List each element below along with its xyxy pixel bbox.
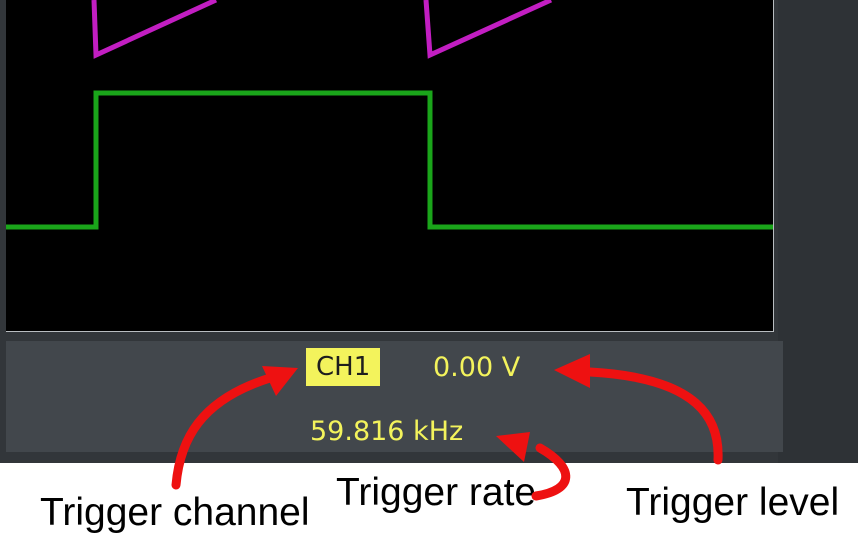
right-side-panel [778,0,858,463]
trigger-level-readout[interactable]: 0.00 V [433,351,520,385]
trigger-channel-caption: Trigger channel [40,491,310,534]
trigger-rate-caption: Trigger rate [336,471,537,514]
oscilloscope-view: CH1 0.00 V 59.816 kHz Trigger channel Tr… [0,0,858,541]
ramp-trace [91,0,553,59]
trigger-level-caption: Trigger level [626,481,840,524]
square-trace [6,90,773,230]
waveform-display[interactable] [6,0,774,332]
trigger-channel-badge[interactable]: CH1 [306,348,381,386]
waveform-svg [6,0,773,230]
trigger-rate-readout: 59.816 kHz [310,416,464,447]
